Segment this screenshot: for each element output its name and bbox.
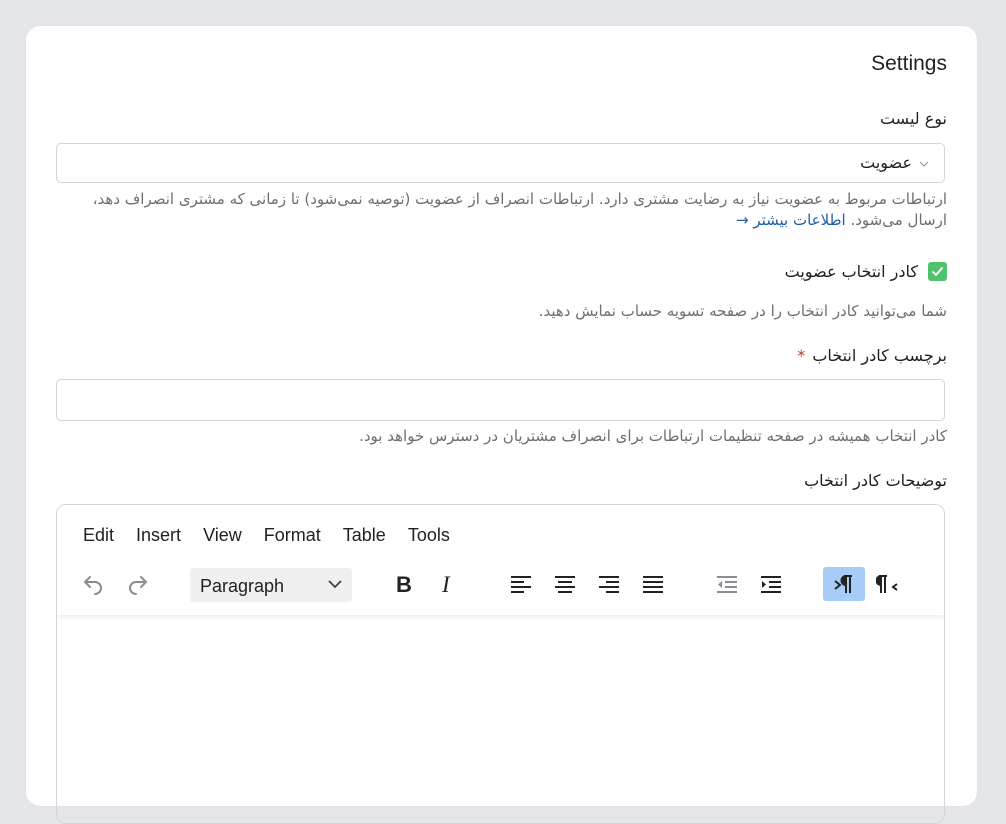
outdent-button[interactable] (710, 567, 744, 601)
list-type-value: عضویت (860, 153, 912, 172)
list-type-help: ارتباطات مربوط به عضویت نیاز به رضایت مش… (58, 189, 947, 231)
ltr-button[interactable] (823, 567, 865, 601)
settings-card: Settings نوع لیست عضویت ارتباطات مربوط ب… (26, 26, 977, 824)
learn-more-link[interactable]: اطلاعات بیشتر → (736, 211, 846, 229)
menu-format[interactable]: Format (264, 525, 321, 546)
editor-menubar: Edit Insert View Format Table Tools (83, 525, 450, 546)
checkbox-label-field-text: برچسب کادر انتخاب (812, 346, 947, 365)
block-format-value: Paragraph (200, 576, 285, 596)
chevron-down-icon (328, 580, 342, 589)
align-left-icon (511, 576, 531, 593)
opt-in-checkbox[interactable] (928, 262, 947, 281)
bold-icon: B (396, 573, 412, 595)
page-title: Settings (871, 52, 947, 75)
menu-edit[interactable]: Edit (83, 525, 114, 546)
editor-toolbar: Edit Insert View Format Table Tools Para… (57, 505, 944, 615)
checkbox-label-field-label: برچسب کادر انتخاب * (797, 346, 947, 365)
check-icon (931, 266, 944, 277)
redo-icon (129, 576, 147, 595)
bold-button[interactable]: B (387, 567, 421, 601)
redo-button[interactable] (121, 567, 155, 601)
align-center-icon (555, 576, 575, 593)
list-type-label: نوع لیست (879, 109, 947, 128)
menu-tools[interactable]: Tools (408, 525, 450, 546)
align-center-button[interactable] (548, 567, 582, 601)
description-field-label: توضیحات کادر انتخاب (804, 471, 947, 490)
indent-button[interactable] (754, 567, 788, 601)
align-right-icon (599, 576, 619, 593)
opt-in-checkbox-row[interactable]: کادر انتخاب عضویت (785, 262, 947, 281)
checkbox-label-input[interactable] (56, 379, 945, 421)
menu-table[interactable]: Table (343, 525, 386, 546)
justify-icon (643, 576, 663, 593)
align-left-button[interactable] (504, 567, 538, 601)
menu-view[interactable]: View (203, 525, 242, 546)
menu-insert[interactable]: Insert (136, 525, 181, 546)
undo-icon (84, 576, 102, 595)
italic-button[interactable]: I (431, 567, 465, 601)
svg-text:B: B (396, 573, 412, 595)
chevron-down-icon (919, 161, 929, 167)
checkbox-label-help: کادر انتخاب همیشه در صفحه تنظیمات ارتباط… (359, 427, 947, 445)
rtl-icon (876, 575, 898, 593)
align-right-button[interactable] (592, 567, 626, 601)
undo-button[interactable] (76, 567, 110, 601)
required-mark: * (797, 346, 806, 365)
block-format-select[interactable]: Paragraph (190, 568, 352, 602)
indent-icon (761, 576, 781, 593)
rich-text-editor[interactable]: Edit Insert View Format Table Tools Para… (56, 504, 945, 824)
justify-button[interactable] (636, 567, 670, 601)
italic-icon: I (441, 573, 451, 595)
outdent-icon (717, 576, 737, 593)
ltr-icon (834, 575, 852, 593)
opt-in-help: شما می‌توانید کادر انتخاب را در صفحه تسو… (538, 302, 947, 320)
list-type-select[interactable]: عضویت (56, 143, 945, 183)
svg-text:I: I (441, 573, 451, 595)
rtl-button[interactable] (871, 567, 905, 601)
opt-in-checkbox-label: کادر انتخاب عضویت (784, 262, 918, 281)
